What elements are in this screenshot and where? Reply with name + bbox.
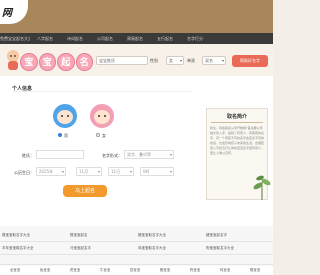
banner-title-char: 起 [57, 53, 75, 71]
site-header: 网 [0, 0, 273, 33]
banner-submit-button[interactable]: 帮助好名字 [232, 55, 268, 67]
side-panel-title: 取名简介 [226, 114, 247, 120]
banner-surname-placeholder: 宝宝姓氏 [99, 58, 115, 63]
gender-female-label: 女 [102, 133, 106, 138]
nav-item[interactable]: 诗词起名 [60, 33, 90, 44]
nav-item[interactable] [240, 33, 270, 44]
nav-item[interactable]: 名字打分 [180, 33, 210, 44]
banner-single-double-label: 单双 [187, 58, 195, 63]
list-link[interactable]: 猪宝宝取名字大全 [136, 230, 204, 240]
banner-surname-input[interactable]: 宝宝姓氏 [96, 56, 148, 65]
list-link[interactable]: 羊年宝宝取名字大全 [0, 243, 68, 253]
gender-male-radio[interactable] [58, 133, 62, 137]
list-link[interactable]: 马宝宝起名字 [68, 243, 136, 253]
list-divider [0, 254, 273, 255]
animal-link[interactable]: 鼠宝宝 [120, 266, 150, 275]
animal-link[interactable]: 猴宝宝 [240, 266, 270, 275]
animal-link[interactable]: 狗宝宝 [180, 266, 210, 275]
banner-title: 宝 宝 起 名 [20, 53, 93, 71]
birth-day-value: 11日 [111, 169, 121, 174]
list-link[interactable]: 猪宝宝起名字 [204, 230, 272, 240]
gender-female-radio[interactable] [96, 133, 100, 137]
nav-item[interactable] [210, 33, 240, 44]
boy-avatar-icon[interactable] [53, 104, 77, 128]
animal-link[interactable]: 猪宝宝 [150, 266, 180, 275]
list-divider [0, 264, 273, 265]
birth-day-select[interactable]: 11日 [108, 167, 134, 176]
list-link[interactable]: 猴宝宝取名字大全 [0, 230, 68, 240]
animal-link[interactable]: 鸡宝宝 [210, 266, 240, 275]
side-panel-divider [211, 122, 263, 123]
animal-link[interactable]: 龙宝宝 [0, 266, 30, 275]
animal-link[interactable]: 兔宝宝 [30, 266, 60, 275]
list-link[interactable]: 鸡宝宝取名字大全 [136, 243, 204, 253]
animal-links-row: 龙宝宝 兔宝宝 虎宝宝 牛宝宝 鼠宝宝 猪宝宝 狗宝宝 鸡宝宝 猴宝宝 [0, 266, 273, 275]
name-type-value: 双字、叠词等 [127, 152, 151, 157]
list-link[interactable]: 猴宝宝起名 [68, 230, 136, 240]
list-row: 猴宝宝取名字大全 猴宝宝起名 猪宝宝取名字大全 猪宝宝起名字 [0, 230, 273, 240]
nav-item[interactable]: 免费宝宝起名大全 [0, 33, 30, 44]
banner-title-char: 宝 [38, 53, 56, 71]
banner-gender-select[interactable]: 女 [166, 56, 184, 65]
site-logo[interactable]: 网 [0, 0, 28, 24]
gender-male-label: 男 [64, 133, 68, 138]
name-type-label: 名字形式： [102, 153, 122, 158]
birthday-label: 公历生日： [14, 170, 34, 175]
list-link[interactable]: 狗宝宝取名字大全 [204, 243, 272, 253]
animal-link[interactable]: 牛宝宝 [90, 266, 120, 275]
birth-month-value: 11月 [79, 169, 89, 174]
nav-item[interactable]: 公司起名 [90, 33, 120, 44]
nav-item[interactable]: 八字起名 [30, 33, 60, 44]
name-type-select[interactable]: 双字、叠词等 [124, 150, 174, 159]
surname-input[interactable] [36, 150, 84, 159]
banner-title-char: 名 [75, 53, 93, 71]
main-nav: 免费宝宝起名大全 八字起名 诗词起名 公司起名 周易起名 五行起名 名字打分 [0, 33, 273, 44]
banner-gender-value: 女 [169, 58, 173, 63]
plant-decoration-icon [253, 175, 271, 200]
logo-text: 网 [2, 8, 12, 19]
birth-year-value: 2025年 [39, 169, 54, 174]
birth-year-select[interactable]: 2025年 [36, 167, 66, 176]
birth-hour-select[interactable]: 0时 [140, 167, 174, 176]
banner-single-double-value: 双名 [205, 58, 213, 63]
section-divider [12, 91, 192, 92]
nav-item[interactable]: 周易起名 [120, 33, 150, 44]
side-panel-text: 新生、有些取名从何开始呢?首先要从传统文化入手，提供了有意义、有寓意的名字，同一… [210, 126, 265, 155]
surname-label: 姓氏： [22, 153, 34, 158]
banner-gender-label: 性别 [150, 58, 158, 63]
banner-title-char: 宝 [20, 53, 38, 71]
submit-naming-button[interactable]: 马上起名 [63, 185, 107, 197]
birth-hour-value: 0时 [143, 169, 150, 174]
nav-item[interactable]: 五行起名 [150, 33, 180, 44]
list-row: 羊年宝宝取名字大全 马宝宝起名字 鸡宝宝取名字大全 狗宝宝取名字大全 [0, 243, 273, 253]
animal-link[interactable]: 虎宝宝 [60, 266, 90, 275]
girl-avatar-icon[interactable] [90, 104, 114, 128]
banner-single-double-select[interactable]: 双名 [202, 56, 226, 65]
birth-month-select[interactable]: 11月 [76, 167, 102, 176]
list-divider [0, 241, 273, 242]
baby-mascot-icon [7, 50, 19, 70]
